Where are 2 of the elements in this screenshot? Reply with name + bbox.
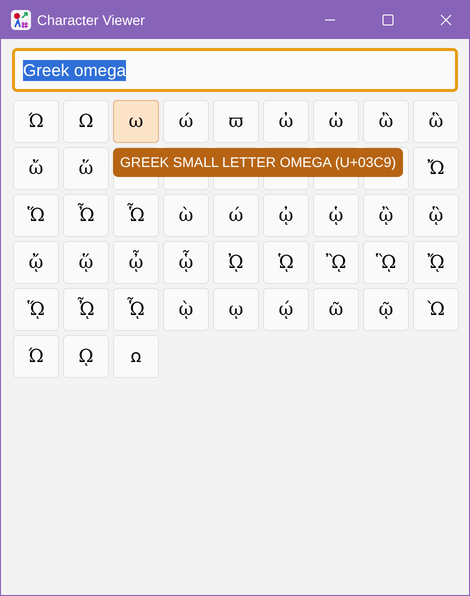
tooltip: GREEK SMALL LETTER OMEGA (U+03C9) [113, 148, 404, 177]
window-title: Character Viewer [37, 10, 145, 30]
